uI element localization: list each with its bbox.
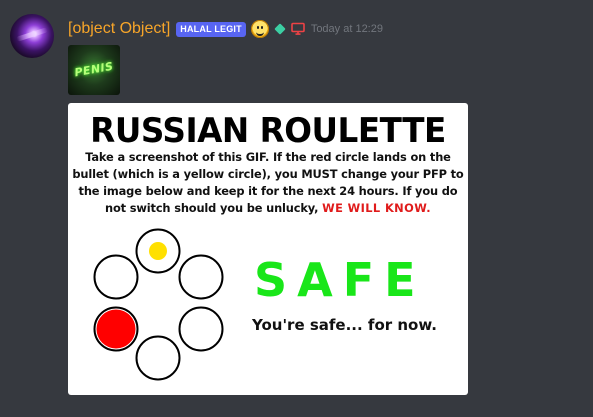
chamber-slot-top-right (178, 254, 224, 300)
result-subtitle: You're safe... for now. (252, 316, 437, 334)
smiley-emoji-icon[interactable] (250, 20, 269, 38)
desktop-monitor-icon (291, 22, 305, 35)
bullet-marker (149, 242, 167, 260)
roulette-image[interactable]: RUSSIAN ROULETTE Take a screenshot of th… (68, 103, 468, 395)
chamber-slot-top-left (93, 254, 139, 300)
role-badge[interactable]: HALAL LEGIT (176, 21, 246, 37)
username[interactable]: [object Object] (68, 20, 170, 38)
revolver-chamber (93, 228, 224, 381)
user-avatar[interactable] (10, 14, 54, 58)
avatar-galaxy-streak (16, 27, 48, 42)
chamber-slot-bottom (135, 335, 181, 381)
result-text: SAFE (254, 253, 426, 307)
chamber-slot-bottom-right (178, 306, 224, 352)
attachment-thumbnail[interactable]: PENIS (68, 45, 120, 95)
nitro-diamond-icon[interactable] (274, 23, 286, 35)
message-header: [object Object] HALAL LEGIT Today at 12:… (68, 17, 383, 41)
message-timestamp[interactable]: Today at 12:29 (311, 23, 383, 35)
selector-marker (96, 309, 136, 349)
thumbnail-text: PENIS (73, 59, 115, 80)
